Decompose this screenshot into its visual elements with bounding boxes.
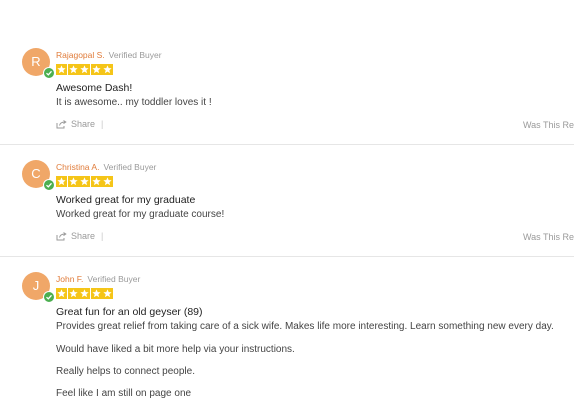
star-icon (67, 64, 79, 75)
star-rating (56, 288, 114, 299)
share-button[interactable]: Share | (56, 119, 103, 129)
verified-check-icon (43, 179, 55, 191)
verified-buyer-label: Verified Buyer (87, 274, 141, 284)
divider (0, 256, 574, 257)
share-icon (56, 231, 67, 240)
star-icon (79, 288, 90, 299)
helpful-prompt: Was This Rev (523, 232, 574, 242)
star-rating (56, 64, 114, 75)
review-item: R Rajagopal S. Verified Buyer Awesome Das… (0, 46, 574, 144)
review-meta: John F. Verified Buyer (56, 274, 140, 284)
star-icon (67, 176, 79, 187)
star-icon (90, 64, 102, 75)
review-title: Worked great for my graduate (56, 194, 196, 206)
star-icon (56, 176, 67, 187)
star-icon (67, 288, 79, 299)
star-icon (56, 288, 67, 299)
review-body-line: Really helps to connect people. (56, 366, 195, 377)
share-icon (56, 119, 67, 128)
review-body-line: Feel like I am still on page one (56, 388, 192, 399)
star-rating (56, 176, 114, 187)
share-label: Share (71, 119, 96, 129)
separator: | (101, 231, 104, 241)
review-body-line: Would have liked a bit more help via you… (56, 344, 295, 355)
star-icon (90, 176, 102, 187)
review-body: It is awesome.. my toddler loves it ! (56, 97, 212, 108)
separator: | (101, 119, 104, 129)
helpful-prompt: Was This Rev (523, 120, 574, 130)
star-icon (79, 176, 90, 187)
star-icon (56, 64, 67, 75)
verified-check-icon (43, 67, 55, 79)
divider (0, 144, 574, 145)
review-item: C Christina A. Verified Buyer Worked grea… (0, 158, 574, 256)
review-item: J John F. Verified Buyer Great fun for an… (0, 270, 574, 409)
review-title: Awesome Dash! (56, 82, 133, 94)
author-name: Rajagopal S. (56, 50, 105, 60)
verified-check-icon (43, 291, 55, 303)
review-title: Great fun for an old geyser (89) (56, 306, 203, 318)
review-meta: Christina A. Verified Buyer (56, 162, 156, 172)
star-icon (102, 64, 113, 75)
star-icon (90, 288, 102, 299)
author-name: Christina A. (56, 162, 100, 172)
star-icon (79, 64, 90, 75)
review-body: Worked great for my graduate course! (56, 209, 225, 220)
star-icon (102, 288, 113, 299)
reviews-page: R Rajagopal S. Verified Buyer Awesome Das… (0, 0, 574, 409)
share-label: Share (71, 231, 96, 241)
verified-buyer-label: Verified Buyer (103, 162, 157, 172)
review-meta: Rajagopal S. Verified Buyer (56, 50, 162, 60)
star-icon (102, 176, 113, 187)
author-name: John F. (56, 274, 84, 284)
review-body-line: Provides great relief from taking care o… (56, 321, 554, 332)
share-button[interactable]: Share | (56, 231, 103, 241)
verified-buyer-label: Verified Buyer (108, 50, 162, 60)
